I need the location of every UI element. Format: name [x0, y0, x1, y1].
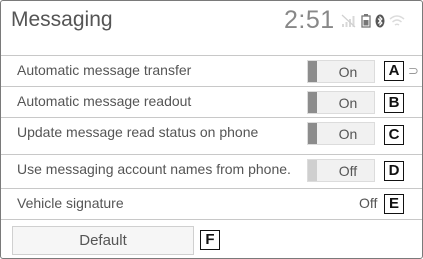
toggle-update-read-status[interactable]: On — [307, 122, 375, 145]
toggle-indicator — [308, 92, 317, 113]
setting-row-automatic-message-readout[interactable]: Automatic message readout On — [1, 86, 422, 118]
scroll-arrow-icon: ⊃ — [408, 63, 419, 78]
setting-row-account-names[interactable]: Use messaging account names from phone. … — [1, 154, 422, 186]
toggle-automatic-message-transfer[interactable]: On — [307, 60, 375, 83]
callout-tag-b: B — [384, 93, 404, 113]
default-button[interactable]: Default — [12, 226, 194, 255]
wifi-icon — [389, 14, 405, 33]
toggle-value: On — [338, 95, 358, 111]
clock: 2:51 — [284, 6, 335, 34]
setting-row-update-read-status[interactable]: Update message read status on phone On — [1, 117, 422, 149]
setting-label: Use messaging account names from phone. — [17, 161, 291, 177]
bluetooth-icon — [375, 14, 385, 33]
setting-label: Update message read status on phone — [17, 124, 259, 140]
signal-icon — [341, 14, 357, 33]
callout-tag-e: E — [384, 194, 404, 214]
toggle-indicator — [308, 61, 317, 82]
toggle-value: On — [338, 64, 358, 80]
setting-row-vehicle-signature[interactable]: Vehicle signature Off — [1, 188, 422, 220]
divider — [1, 219, 422, 220]
setting-label: Automatic message transfer — [17, 62, 192, 78]
toggle-value: Off — [338, 163, 358, 179]
setting-value: Off — [359, 195, 378, 211]
callout-tag-d: D — [384, 161, 404, 181]
toggle-automatic-message-readout[interactable]: On — [307, 91, 375, 114]
setting-label: Automatic message readout — [17, 93, 192, 109]
setting-label: Vehicle signature — [17, 195, 124, 211]
toggle-indicator — [308, 160, 317, 181]
callout-tag-f: F — [200, 230, 220, 250]
setting-row-automatic-message-transfer[interactable]: Automatic message transfer On ⊃ — [1, 55, 422, 87]
toggle-value: On — [338, 126, 358, 142]
battery-icon — [361, 14, 371, 33]
toggle-indicator — [308, 123, 317, 144]
callout-tag-a: A — [384, 61, 404, 81]
header-bar: Messaging 2:51 — [1, 1, 422, 42]
callout-tag-c: C — [384, 125, 404, 145]
toggle-account-names[interactable]: Off — [307, 159, 375, 182]
page-title: Messaging — [11, 8, 113, 31]
messaging-settings-screen: Messaging 2:51 Automatic message transfe… — [0, 0, 423, 259]
